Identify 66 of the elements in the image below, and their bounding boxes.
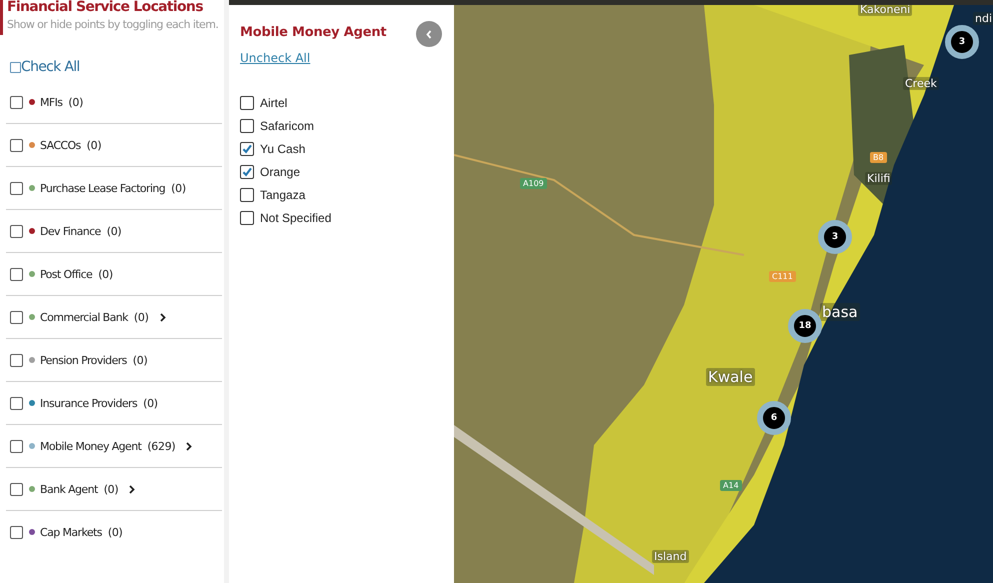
chevron-right-icon[interactable] (186, 442, 192, 450)
layer-checkbox[interactable] (10, 482, 23, 496)
layer-checkbox[interactable] (10, 526, 23, 538)
layer-checkbox[interactable] (10, 310, 23, 324)
layer-count: (0) (171, 182, 186, 194)
option-label[interactable]: Yu Cash (260, 142, 306, 156)
chevron-right-icon[interactable] (160, 312, 166, 322)
place-label: ndi (973, 12, 993, 25)
layer-count: (0) (86, 138, 102, 152)
option-label[interactable]: Not Specified (260, 211, 332, 225)
layer-count: (0) (143, 396, 158, 410)
layer-count: (629) (147, 440, 176, 452)
layer-count: (0) (106, 224, 122, 238)
subpanel-title: Mobile Money Agent (240, 25, 386, 40)
layer-checkbox[interactable] (10, 354, 23, 366)
option-label[interactable]: Orange (260, 165, 300, 179)
layer-label[interactable]: Dev Finance (40, 224, 101, 238)
layer-label[interactable]: SACCOs (40, 138, 81, 152)
layer-checkbox[interactable] (10, 138, 23, 152)
check-all-label[interactable]: Check All (21, 59, 80, 75)
collapse-button[interactable] (416, 21, 442, 47)
layer-count: (0) (108, 526, 123, 538)
road-shield: B8 (870, 152, 887, 163)
option-checkbox[interactable] (240, 96, 254, 110)
option-label[interactable]: Tangaza (260, 188, 306, 202)
layer-count: (0) (68, 96, 84, 108)
place-label: Creek (903, 77, 939, 90)
option-checkbox[interactable] (240, 142, 254, 156)
layer-checkbox[interactable] (10, 268, 23, 280)
option-label[interactable]: Airtel (260, 96, 288, 110)
place-label: Kakoneni (858, 5, 912, 16)
place-label: Island (652, 550, 689, 563)
uncheck-all-link[interactable]: Uncheck All (240, 51, 310, 65)
layer-label[interactable]: Pension Providers (40, 354, 127, 366)
panel-description: Show or hide points by toggling each item. (7, 18, 220, 31)
option-checkbox[interactable] (240, 165, 254, 179)
layer-label[interactable]: MFIs (40, 96, 62, 108)
layer-label[interactable]: Purchase Lease Factoring (40, 182, 166, 194)
layer-label[interactable]: Bank Agent (40, 482, 98, 496)
chevron-right-icon[interactable] (129, 484, 136, 494)
check-all-checkbox[interactable] (10, 62, 21, 72)
place-label: Kilifi (865, 172, 892, 185)
layer-checkbox[interactable] (10, 440, 23, 452)
layer-checkbox[interactable] (10, 224, 23, 238)
layer-label[interactable]: Cap Markets (40, 526, 102, 538)
layer-checkbox[interactable] (10, 96, 23, 108)
layer-label[interactable]: Commercial Bank (40, 310, 128, 324)
road-shield: C111 (769, 271, 796, 282)
road-shield: A109 (520, 178, 547, 189)
layer-label[interactable]: Post Office (40, 268, 92, 280)
option-checkbox[interactable] (240, 211, 254, 225)
layer-count: (0) (104, 482, 118, 496)
layer-label[interactable]: Mobile Money Agent (40, 440, 142, 452)
layer-checkbox[interactable] (10, 182, 23, 194)
panel-title: Financial Service Locations (7, 0, 204, 15)
road-shield: A14 (720, 480, 742, 491)
layer-count: (0) (132, 354, 148, 366)
layer-count: (0) (134, 310, 149, 324)
option-checkbox[interactable] (240, 188, 254, 202)
option-label[interactable]: Safaricom (260, 119, 314, 133)
place-label: Kwale (706, 368, 755, 386)
option-checkbox[interactable] (240, 119, 254, 133)
chevron-left-icon (426, 30, 432, 38)
layer-label[interactable]: Insurance Providers (40, 396, 138, 410)
layer-checkbox[interactable] (10, 396, 23, 410)
layer-count: (0) (98, 268, 113, 280)
